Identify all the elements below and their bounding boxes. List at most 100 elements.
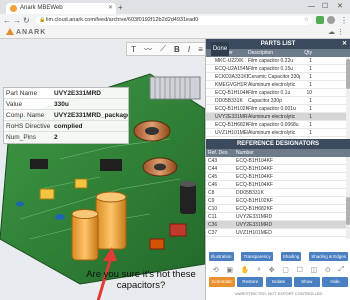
pcb-3d-model[interactable] [0,39,205,300]
table-row[interactable]: ECQ-B1H682KFFilm capacitor 0.0068u1 [206,121,350,129]
hide-button[interactable]: Hide [322,277,348,287]
table-row[interactable]: C43 ECQ-B1H104KF [206,157,350,165]
toroid-inductor-2 [142,157,178,177]
property-value: UVY2E331MRD_package [54,112,128,119]
ref-des-scroll-thumb[interactable] [346,197,350,225]
toroid-inductor-1 [133,120,171,142]
annotation-note[interactable]: Are you sure it's not these capacitors? [76,269,205,291]
bookmark-star-icon[interactable]: ☆ [304,16,309,25]
done-button[interactable]: Done [211,42,229,56]
property-key: Num_Pins [6,134,36,141]
move-icon[interactable]: ✥ [269,266,275,274]
parts-list-scroll-thumb[interactable] [346,59,350,89]
model-viewport[interactable]: Part Name UVY2E331MRD Value 330u Comp. Nam… [0,39,205,300]
profile-icon[interactable] [327,16,335,24]
extension-icon[interactable] [316,16,324,24]
table-row[interactable]: C46 ECQ-B1H104KF [206,181,350,189]
isolate-button[interactable]: Isolate [265,277,292,287]
column-ref-number[interactable]: Number [236,149,350,157]
box-icon[interactable]: ▢ [282,266,289,274]
property-row: Comp. Name UVY2E331MRD_package [4,110,128,121]
address-row: ← → ↻ 🔒 lim.cloud.anark.com/feed/archive… [0,14,350,27]
table-row[interactable]: ECQ-B1H102KFFilm capacitor 0.001u1 [206,105,350,113]
bold-tool-icon[interactable]: B [174,45,180,54]
favicon-icon [10,5,17,12]
url-bar[interactable]: 🔒 lim.cloud.anark.com/feed/archive/603f0… [36,16,312,25]
column-description[interactable]: Description [248,49,300,57]
shading-button[interactable]: Shading [280,252,302,261]
property-value: 330u [54,101,69,108]
property-row: Part Name UVY2E331MRD [4,88,128,99]
transparency-button[interactable]: Transparency [241,252,273,261]
show-button[interactable]: Show [293,277,320,287]
property-value: 2 [54,134,58,141]
small-capacitor [55,214,65,220]
column-ref-des[interactable]: Ref. Des. [206,149,236,157]
tab-title: Anark MBEWeb [20,5,63,11]
table-row[interactable]: C10 ECQ-B1H682KF [206,205,350,213]
maximize-button[interactable]: ☐ [322,2,328,12]
property-key: Value [6,101,23,108]
schematic-button[interactable]: Schematic [209,277,235,287]
property-row: Value 330u [4,99,128,110]
split-view-icon[interactable]: ◫ [311,266,318,274]
view-tool-icons: ⟲ ▣ ✋ ⌕ ✥ ▢ ☐ ◫ ⊙ ⤢ [209,265,348,275]
freehand-tool-icon[interactable]: 〰 [144,44,152,55]
reset-view-icon[interactable]: ⟲ [213,266,219,274]
table-row[interactable]: DD05B331K Capacitor 330p 1 [206,97,350,105]
table-row[interactable]: C44 ECQ-B1H104KF [206,165,350,173]
minimize-button[interactable]: — [308,2,315,12]
panel-close-icon[interactable]: ✕ [342,39,347,49]
ic-chip [100,159,122,171]
align-tool-icon[interactable]: ≡ [198,45,203,54]
property-key: RoHS Directive [6,123,51,130]
table-row[interactable]: C11 UVY2E331MRD [206,213,350,221]
table-row[interactable]: ECKD3A331KBNCeramic Capacitor 330p1 [206,73,350,81]
browser-menu-icon[interactable]: ⋮ [340,15,348,26]
forward-icon[interactable]: → [13,15,21,26]
table-row[interactable]: MKC-U22XK Film capacitor 0.22u 1 [206,57,350,65]
new-tab-button[interactable]: + [118,3,123,13]
box-capacitor [39,188,55,200]
table-row[interactable]: ECQ-U2A154MXFilm capacitor 0.15u1 [206,65,350,73]
film-capacitor [169,223,187,237]
app-header: ANARK ☁ ⋮ [0,27,350,39]
table-row[interactable]: C8 DD05B331K [206,189,350,197]
restore-button[interactable]: Restore [237,277,264,287]
film-capacitor [149,238,165,250]
table-row[interactable]: ECQ-B1H104KFFilm capacitor 0.1u10 [206,89,350,97]
table-row-selected[interactable]: C36 UVY2E331MRD [206,221,350,229]
property-key: Comp. Name [6,112,45,119]
table-row-selected[interactable]: UVY2E331MRD Aluminum electrolytic 1 [206,113,350,121]
reload-icon[interactable]: ↻ [23,15,30,26]
zoom-icon[interactable]: ⌕ [257,266,261,274]
line-tool-icon[interactable]: ⟋ [160,44,166,54]
app-window: Anark MBEWeb ✕ + — ☐ ✕ ← → ↻ 🔒 lim.cloud… [0,0,350,300]
target-icon[interactable]: ⊙ [325,266,331,274]
property-row: RoHS Directive complied [4,121,128,132]
section-icon[interactable]: ☐ [297,266,303,274]
black-capacitor [180,181,196,214]
parts-list-title: PARTS LIST [260,41,296,47]
text-tool-icon[interactable]: T [131,45,136,54]
table-row[interactable]: UVZ1H101MED Aluminum electrolytic 1 [206,129,350,137]
shading-edges-button[interactable]: Shading & Edges [309,252,348,261]
reference-designators-title: REFERENCE DESIGNATORS [236,141,320,147]
column-qty[interactable]: Qty [300,49,314,57]
italic-tool-icon[interactable]: I [188,45,190,54]
fit-view-icon[interactable]: ▣ [226,266,233,274]
app-header-icons[interactable]: ☁ ⋮ [328,27,344,38]
fullscreen-icon[interactable]: ⤢ [338,266,344,274]
part-properties-popup: Part Name UVY2E331MRD Value 330u Comp. Nam… [3,87,129,144]
table-row[interactable]: C9 ECQ-B1H102KF [206,197,350,205]
table-row[interactable]: KMEGVGH1R7 Aluminum electrolytic 1 [206,81,350,89]
back-icon[interactable]: ← [3,15,11,26]
brand-name: ANARK [16,29,47,36]
pan-icon[interactable]: ✋ [241,266,250,274]
table-row[interactable]: C37 UVZ1H101MED [206,229,350,237]
tab-close-icon[interactable]: ✕ [108,3,113,14]
table-row[interactable]: C45 ECQ-B1H104KF [206,173,350,181]
close-window-button[interactable]: ✕ [337,2,343,12]
browser-tab[interactable]: Anark MBEWeb ✕ [6,3,116,14]
illustration-button[interactable]: Illustration [209,252,234,261]
